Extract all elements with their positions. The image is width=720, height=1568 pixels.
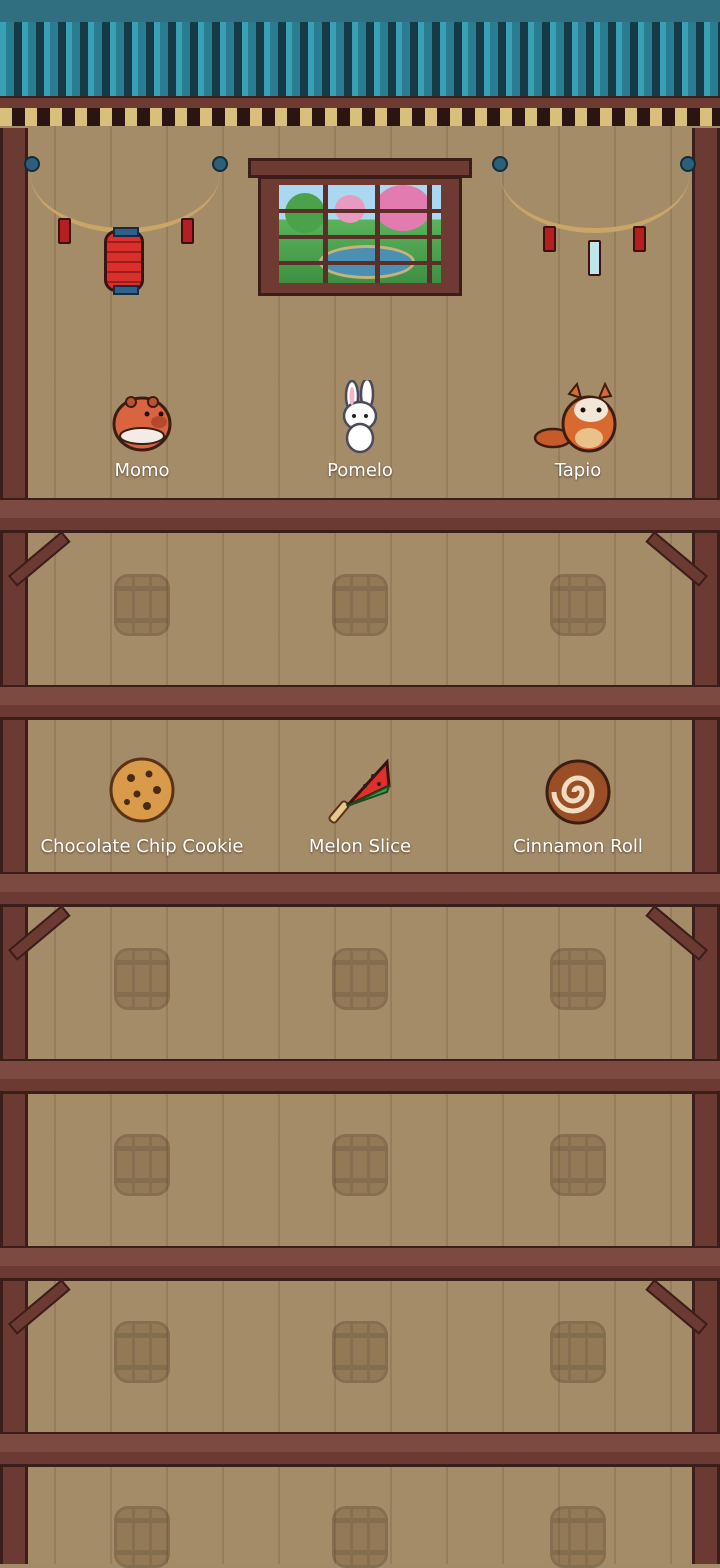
shelf: [0, 1059, 720, 1094]
roof-tiles: [0, 22, 720, 96]
food-name: Cinnamon Roll: [513, 836, 643, 857]
character-slot-tapio[interactable]: Tapio: [498, 380, 658, 490]
roof-dentils: [0, 108, 720, 126]
cookie-icon: [109, 757, 175, 823]
shelf-board: [0, 1079, 720, 1094]
barrel-icon[interactable]: [114, 1134, 170, 1196]
wind-chime-icon: [588, 240, 601, 276]
barrel-icon[interactable]: [550, 1134, 606, 1196]
shelf-board: [0, 1266, 720, 1281]
rope-knob-icon: [680, 156, 696, 172]
shelf: [0, 685, 720, 720]
barrel-icon[interactable]: [114, 1506, 170, 1568]
capybara-icon: [112, 396, 172, 452]
food-name: Chocolate Chip Cookie: [40, 836, 244, 857]
barrel-icon[interactable]: [114, 574, 170, 636]
food-name: Melon Slice: [308, 836, 412, 857]
cherry-tree-icon: [375, 185, 431, 231]
shelf: [0, 498, 720, 587]
character-slot-pomelo[interactable]: Pomelo: [280, 380, 440, 490]
shelf-board: [0, 1432, 720, 1454]
rope-knob-icon: [24, 156, 40, 172]
red-lantern-icon: [104, 227, 144, 295]
barrel-icon[interactable]: [332, 948, 388, 1010]
red-charm-icon: [633, 226, 646, 252]
tree-icon: [285, 193, 325, 233]
shelf: [0, 1432, 720, 1467]
shelf-board: [0, 1452, 720, 1467]
shelf-board: [0, 498, 720, 520]
window-bar: [279, 261, 441, 265]
watermelon-popsicle-icon: [328, 758, 391, 824]
barrel-icon[interactable]: [550, 1321, 606, 1383]
character-slot-momo[interactable]: Momo: [62, 380, 222, 490]
barrel-icon[interactable]: [550, 574, 606, 636]
shelf: [0, 872, 720, 961]
window-lintel: [248, 158, 472, 178]
window-bar: [375, 185, 380, 283]
barrel-icon[interactable]: [332, 574, 388, 636]
barrel-icon[interactable]: [332, 1321, 388, 1383]
garden-view: [279, 185, 441, 283]
garden-window: [248, 158, 472, 298]
shelf-board: [0, 1246, 720, 1268]
barrel-icon[interactable]: [114, 948, 170, 1010]
food-slot-cookie[interactable]: Chocolate Chip Cookie: [40, 756, 244, 866]
window-bar: [427, 185, 432, 283]
food-slot-melon[interactable]: Melon Slice: [280, 756, 440, 866]
red-charm-icon: [181, 218, 194, 244]
bunny-icon: [342, 380, 378, 454]
cinnamon-roll-icon: [545, 759, 611, 825]
character-name: Tapio: [554, 460, 602, 481]
rope-knob-icon: [212, 156, 228, 172]
window-bar: [323, 185, 328, 283]
shelf: [0, 1246, 720, 1335]
shelf-board: [0, 872, 720, 894]
food-slot-cinnamon-roll[interactable]: Cinnamon Roll: [498, 756, 658, 866]
window-bar: [279, 209, 441, 213]
shelf-board: [0, 705, 720, 720]
barrel-icon[interactable]: [332, 1134, 388, 1196]
red-panda-icon: [533, 381, 617, 453]
shelf-board: [0, 518, 720, 533]
barrel-icon[interactable]: [550, 1506, 606, 1568]
window-bar: [279, 235, 441, 239]
character-name: Momo: [114, 460, 170, 481]
rope-knob-icon: [492, 156, 508, 172]
barrel-icon[interactable]: [550, 948, 606, 1010]
shelf-board: [0, 685, 720, 707]
red-charm-icon: [543, 226, 556, 252]
shelf-board: [0, 1059, 720, 1081]
barrel-icon[interactable]: [332, 1506, 388, 1568]
roof: [0, 0, 720, 128]
window-frame: [258, 176, 462, 296]
red-charm-icon: [58, 218, 71, 244]
barrel-icon[interactable]: [114, 1321, 170, 1383]
shelf-board: [0, 892, 720, 907]
character-name: Pomelo: [327, 460, 393, 481]
